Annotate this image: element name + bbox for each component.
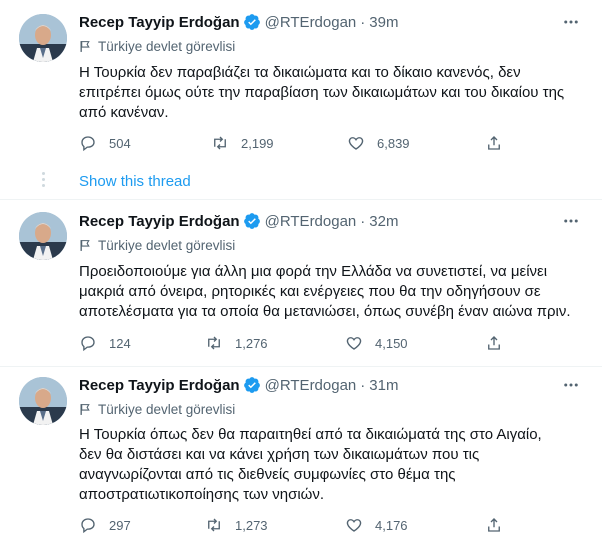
- avatar[interactable]: [19, 212, 67, 260]
- share-button[interactable]: [485, 515, 503, 535]
- separator-dot: ·: [360, 212, 366, 230]
- tweet-text-line: δεν θα διστάσει και να κάνει χρήση των δ…: [79, 446, 480, 463]
- author-handle[interactable]: @RTErdogan: [265, 377, 357, 394]
- account-label-text: Türkiye devlet görevlisi: [98, 237, 236, 253]
- like-count: 6,839: [377, 135, 410, 151]
- account-label: Türkiye devlet görevlisi: [79, 400, 235, 418]
- tweet-text-line: αναγνωρίζονται από τις διεθνείς συμφωνίε…: [79, 466, 456, 483]
- tweet[interactable]: Recep Tayyip Erdoğan @RTErdogan · 39m Tü…: [0, 0, 602, 166]
- like-button[interactable]: 4,176: [345, 515, 408, 535]
- reply-icon: [81, 136, 95, 152]
- author-name[interactable]: Recep Tayyip Erdoğan: [79, 213, 240, 230]
- verified-badge-icon: [243, 14, 260, 30]
- account-label: Türkiye devlet görevlisi: [79, 37, 235, 55]
- share-button[interactable]: [485, 133, 503, 153]
- government-flag-icon: [80, 403, 90, 415]
- reply-button[interactable]: 124: [79, 333, 131, 353]
- retweet-count: 2,199: [241, 135, 274, 151]
- tweet-text-line: από κανέναν.: [79, 104, 169, 121]
- timestamp[interactable]: 39m: [369, 14, 398, 31]
- reply-icon: [81, 518, 95, 534]
- share-icon: [488, 336, 500, 350]
- retweet-icon: [208, 518, 220, 532]
- retweet-button[interactable]: 1,276: [205, 333, 268, 353]
- retweet-button[interactable]: 2,199: [211, 133, 274, 153]
- tweet-text-line: μακριά από όνειρα, ρητορικές και ενέργει…: [79, 283, 541, 300]
- like-icon: [348, 137, 364, 150]
- more-icon[interactable]: [560, 374, 582, 396]
- tweet-text: Η Τουρκία όπως δεν θα παραιτηθεί από τα …: [79, 425, 584, 505]
- tweet-actions: 297 1,273 4,176: [79, 515, 519, 535]
- tweet[interactable]: Recep Tayyip Erdoğan @RTErdogan · 31m Tü…: [0, 366, 602, 547]
- author-name[interactable]: Recep Tayyip Erdoğan: [79, 14, 240, 31]
- show-thread-link[interactable]: Show this thread: [79, 173, 191, 190]
- reply-button[interactable]: 504: [79, 133, 131, 153]
- tweet-text: Η Τουρκία δεν παραβιάζει τα δικαιώματα κ…: [79, 63, 584, 123]
- author-name[interactable]: Recep Tayyip Erdoğan: [79, 377, 240, 394]
- separator-dot: ·: [360, 376, 366, 394]
- share-icon: [488, 136, 500, 150]
- government-flag-icon: [80, 40, 90, 52]
- tweet-text-line: Προειδοποιούμε για άλλη μια φορά την Ελλ…: [79, 263, 548, 280]
- timestamp[interactable]: 32m: [369, 213, 398, 230]
- tweet[interactable]: Recep Tayyip Erdoğan @RTErdogan · 32m Tü…: [0, 200, 602, 366]
- like-button[interactable]: 6,839: [347, 133, 410, 153]
- reply-count: 124: [109, 335, 131, 351]
- account-label-text: Türkiye devlet görevlisi: [98, 38, 236, 54]
- tweet-text: Προειδοποιούμε για άλλη μια φορά την Ελλ…: [79, 262, 584, 322]
- share-icon: [488, 518, 500, 532]
- reply-count: 297: [109, 517, 131, 533]
- like-icon: [346, 337, 362, 350]
- like-count: 4,150: [375, 335, 408, 351]
- tweet-text-line: Η Τουρκία δεν παραβιάζει τα δικαιώματα κ…: [79, 64, 521, 81]
- government-flag-icon: [80, 239, 90, 251]
- separator-dot: ·: [360, 13, 366, 31]
- account-label-text: Türkiye devlet görevlisi: [98, 401, 236, 417]
- reply-button[interactable]: 297: [79, 515, 131, 535]
- thread-connector: [40, 172, 46, 192]
- reply-count: 504: [109, 135, 131, 151]
- author-handle[interactable]: @RTErdogan: [265, 14, 357, 31]
- retweet-icon: [214, 136, 226, 150]
- tweet-header: Recep Tayyip Erdoğan @RTErdogan · 31m: [79, 375, 398, 395]
- tweet-actions: 124 1,276 4,150: [79, 333, 519, 353]
- share-button[interactable]: [485, 333, 503, 353]
- like-count: 4,176: [375, 517, 408, 533]
- tweet-text-line: Η Τουρκία όπως δεν θα παραιτηθεί από τα …: [79, 426, 542, 443]
- tweet-text-line: αποτελέσματα για τα οποία θα μετανιώσει,…: [79, 303, 571, 320]
- account-label: Türkiye devlet görevlisi: [79, 236, 235, 254]
- tweet-text-line: αποστρατιωτικοποίησης των νησιών.: [79, 486, 325, 503]
- author-handle[interactable]: @RTErdogan: [265, 213, 357, 230]
- reply-icon: [81, 336, 95, 352]
- tweet-actions: 504 2,199 6,839: [79, 133, 519, 153]
- avatar[interactable]: [19, 377, 67, 425]
- like-icon: [346, 519, 362, 532]
- retweet-count: 1,276: [235, 335, 268, 351]
- more-icon[interactable]: [560, 11, 582, 33]
- tweet-text-line: επιτρέπει όμως ούτε την παραβίαση των δι…: [79, 84, 565, 101]
- retweet-button[interactable]: 1,273: [205, 515, 268, 535]
- like-button[interactable]: 4,150: [345, 333, 408, 353]
- retweet-count: 1,273: [235, 517, 268, 533]
- retweet-icon: [208, 336, 220, 350]
- tweet-header: Recep Tayyip Erdoğan @RTErdogan · 39m: [79, 12, 398, 32]
- verified-badge-icon: [243, 213, 260, 229]
- more-icon[interactable]: [560, 210, 582, 232]
- avatar[interactable]: [19, 14, 67, 62]
- verified-badge-icon: [243, 377, 260, 393]
- tweet-header: Recep Tayyip Erdoğan @RTErdogan · 32m: [79, 211, 398, 231]
- timestamp[interactable]: 31m: [369, 377, 398, 394]
